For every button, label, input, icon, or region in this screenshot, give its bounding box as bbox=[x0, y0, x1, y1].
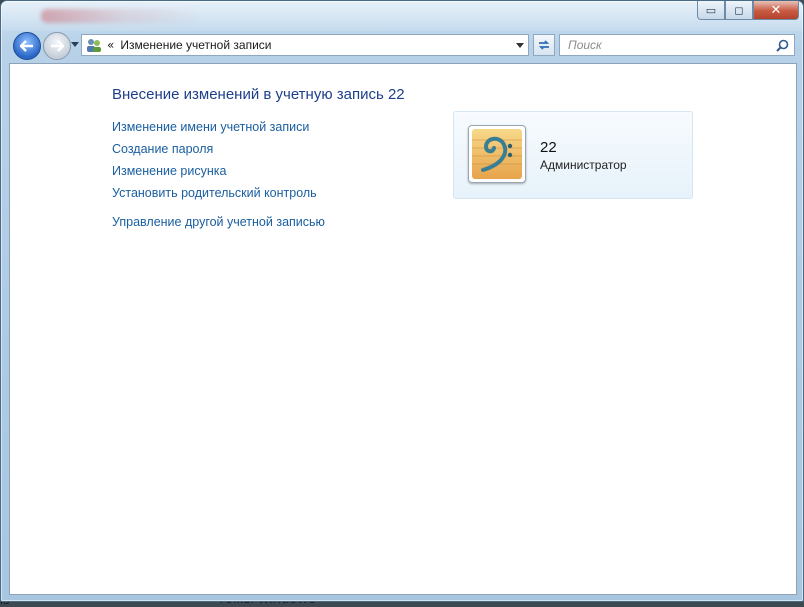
search-input[interactable] bbox=[566, 37, 773, 53]
explorer-window: ▭ ◻ ✕ « Изменение учетной записи Поиск В… bbox=[0, 0, 804, 602]
address-bar[interactable]: « Изменение учетной записи bbox=[81, 34, 529, 56]
close-icon: ✕ bbox=[770, 2, 782, 18]
breadcrumb[interactable]: Изменение учетной записи bbox=[120, 38, 512, 52]
link-parental-controls[interactable]: Установить родительский контроль bbox=[112, 184, 325, 206]
minimize-icon: ▭ bbox=[705, 3, 717, 17]
avatar bbox=[468, 125, 526, 183]
breadcrumb-overflow[interactable]: « bbox=[107, 38, 114, 52]
content-pane: Внесение изменений в учетную запись 22 И… bbox=[9, 63, 797, 595]
search-box[interactable] bbox=[559, 34, 795, 56]
link-manage-another-account[interactable]: Управление другой учетной записью bbox=[112, 213, 325, 235]
arrow-right-icon bbox=[51, 40, 64, 52]
user-name: 22 bbox=[540, 139, 557, 156]
user-card: 22 Администратор bbox=[453, 111, 693, 199]
user-accounts-icon bbox=[87, 39, 101, 52]
arrow-left-icon bbox=[20, 40, 33, 52]
back-button[interactable] bbox=[13, 32, 41, 60]
search-button[interactable] bbox=[773, 39, 791, 52]
minimize-button[interactable]: ▭ bbox=[697, 1, 725, 20]
task-links: Изменение имени учетной записи Создание … bbox=[112, 118, 325, 235]
refresh-button[interactable] bbox=[533, 34, 555, 56]
maximize-icon: ◻ bbox=[734, 3, 744, 17]
recent-pages-dropdown[interactable] bbox=[71, 42, 79, 47]
refresh-icon bbox=[538, 40, 550, 50]
link-create-password[interactable]: Создание пароля bbox=[112, 140, 325, 162]
link-change-picture[interactable]: Изменение рисунка bbox=[112, 162, 325, 184]
navigation-bar: « Изменение учетной записи bbox=[9, 31, 795, 60]
title-blur bbox=[41, 9, 201, 23]
bass-clef-icon bbox=[472, 129, 522, 179]
chevron-down-icon bbox=[516, 42, 524, 48]
search-icon bbox=[775, 39, 788, 52]
forward-button[interactable] bbox=[43, 32, 71, 60]
caption-buttons: ▭ ◻ ✕ bbox=[697, 1, 799, 20]
page-title: Внесение изменений в учетную запись 22 bbox=[112, 86, 405, 103]
address-dropdown-button[interactable] bbox=[512, 42, 528, 48]
maximize-button[interactable]: ◻ bbox=[725, 1, 753, 20]
user-role: Администратор bbox=[540, 158, 627, 172]
close-button[interactable]: ✕ bbox=[753, 1, 799, 20]
link-change-account-name[interactable]: Изменение имени учетной записи bbox=[112, 118, 325, 140]
